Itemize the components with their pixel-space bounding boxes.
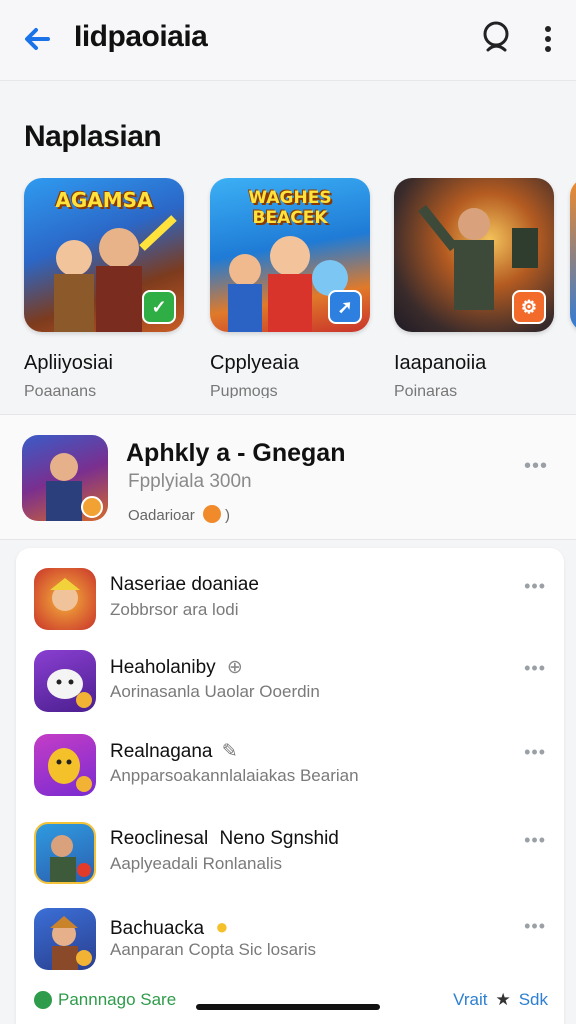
controller-icon: ⚙	[512, 290, 546, 324]
app-name-suffix: ✎	[221, 741, 238, 762]
app-name-suffix: Neno Sgnshid	[219, 828, 339, 849]
app-name: Cpplyeaia	[210, 352, 299, 374]
top-app-bar: Iidpaoiaia	[0, 0, 576, 81]
app-icon[interactable]	[34, 734, 96, 796]
app-category: Pupmogs	[210, 383, 278, 398]
coin-icon	[202, 505, 221, 523]
app-artwork[interactable]	[570, 178, 576, 332]
featured-app-developer: Oadarioar	[128, 507, 195, 524]
app-category: Poinaras	[394, 383, 458, 398]
app-subtitle: Aanparan Copta Sic losaris	[110, 940, 317, 959]
carousel-card[interactable]: ⚙ Iaapanoiia Poinaras	[394, 178, 556, 398]
app-name: Reoclinesal Neno Sgnshid	[110, 828, 339, 850]
more-horizontal-icon[interactable]: •••	[524, 658, 546, 679]
arrow-left-icon[interactable]	[20, 22, 54, 56]
list-item[interactable]: Heaholaniby ⊕ Aorinasanla Uaolar Ooerdin…	[16, 636, 564, 716]
footer-right-link[interactable]: Vrait ★ Sdk	[453, 990, 548, 1010]
app-subtitle: Aorinasanla Uaolar Ooerdin	[110, 682, 320, 701]
featured-app-meta-suffix: )	[225, 507, 231, 524]
app-name: Iaapanoiia	[394, 352, 487, 374]
app-icon[interactable]	[34, 568, 96, 630]
more-horizontal-icon[interactable]: •••	[524, 742, 546, 763]
app-name: Heaholaniby ⊕	[110, 656, 243, 679]
more-horizontal-icon[interactable]: •••	[524, 576, 546, 597]
app-subtitle: Zobbrsor ara lodi	[110, 600, 239, 619]
footer-left-link[interactable]: Pannnago Sare	[34, 990, 176, 1010]
app-name-suffix: ●	[215, 914, 229, 939]
app-name-text: Bachuacka	[110, 918, 205, 939]
list-item[interactable]: Naseriae doaniae Zobbrsor ara lodi •••	[16, 554, 564, 634]
home-indicator[interactable]	[196, 1004, 380, 1010]
featured-app-meta: Oadarioar )	[128, 505, 230, 524]
app-name: Apliiyosiai	[24, 352, 113, 374]
arrow-icon: ➚	[328, 290, 362, 324]
footer-right-label-1: Vrait	[453, 990, 488, 1009]
page-title: Iidpaoiaia	[74, 20, 208, 53]
app-subtitle: Aaplyeadali Ronlanalis	[110, 854, 283, 873]
carousel-card[interactable]: AGAMSA ✓ Apliiyosiai Poaanans	[24, 178, 186, 398]
carousel-card[interactable]: WAGHES BEACEK ➚ Cpplyeaia Pupmogs	[210, 178, 372, 398]
check-icon: ✓	[142, 290, 176, 324]
app-list: Naseriae doaniae Zobbrsor ara lodi ••• H…	[16, 548, 564, 1024]
carousel-card-peek[interactable]	[570, 178, 576, 332]
app-name: Realnagana ✎	[110, 740, 238, 763]
featured-app-title: Aphkly a - Gnegan	[126, 439, 346, 467]
app-icon[interactable]	[34, 908, 96, 970]
more-horizontal-icon[interactable]: •••	[524, 455, 548, 478]
app-name: Bachuacka ●	[110, 914, 229, 940]
footer-right-label-2: Sdk	[518, 990, 548, 1009]
list-item[interactable]: Bachuacka ● Aanparan Copta Sic losaris •…	[16, 894, 564, 974]
more-horizontal-icon[interactable]: •••	[524, 916, 546, 937]
more-vertical-icon[interactable]	[538, 22, 558, 56]
app-carousel[interactable]: AGAMSA ✓ Apliiyosiai Poaanans WAGHES BEA…	[0, 178, 576, 398]
app-artwork[interactable]: ⚙	[394, 178, 554, 332]
app-icon[interactable]	[22, 435, 108, 521]
section-title: Naplasian	[24, 120, 162, 153]
app-subtitle: Anpparsoakannlalaiakas Bearian	[110, 766, 359, 785]
app-name-text: Realnagana	[110, 741, 213, 762]
app-name-suffix: ⊕	[226, 657, 243, 678]
star-icon: ★	[495, 990, 511, 1009]
chat-icon	[34, 991, 52, 1009]
app-icon[interactable]	[34, 822, 96, 884]
app-icon[interactable]	[34, 650, 96, 712]
list-item[interactable]: Reoclinesal Neno Sgnshid Aaplyeadali Ron…	[16, 808, 564, 888]
app-name: Naseriae doaniae	[110, 574, 259, 595]
featured-app-subtitle: Fpplyiala 300n	[128, 471, 252, 492]
app-category: Poaanans	[24, 383, 97, 398]
search-icon[interactable]	[480, 20, 514, 56]
app-name-text: Reoclinesal	[110, 828, 209, 849]
featured-app[interactable]: Aphkly a - Gnegan Fpplyiala 300n Oadario…	[0, 414, 576, 540]
list-item[interactable]: Realnagana ✎ Anpparsoakannlalaiakas Bear…	[16, 720, 564, 800]
more-horizontal-icon[interactable]: •••	[524, 830, 546, 851]
footer-left-label: Pannnago Sare	[58, 990, 177, 1009]
app-artwork[interactable]: WAGHES BEACEK ➚	[210, 178, 370, 332]
app-name-text: Heaholaniby	[110, 657, 216, 678]
app-artwork[interactable]: AGAMSA ✓	[24, 178, 184, 332]
